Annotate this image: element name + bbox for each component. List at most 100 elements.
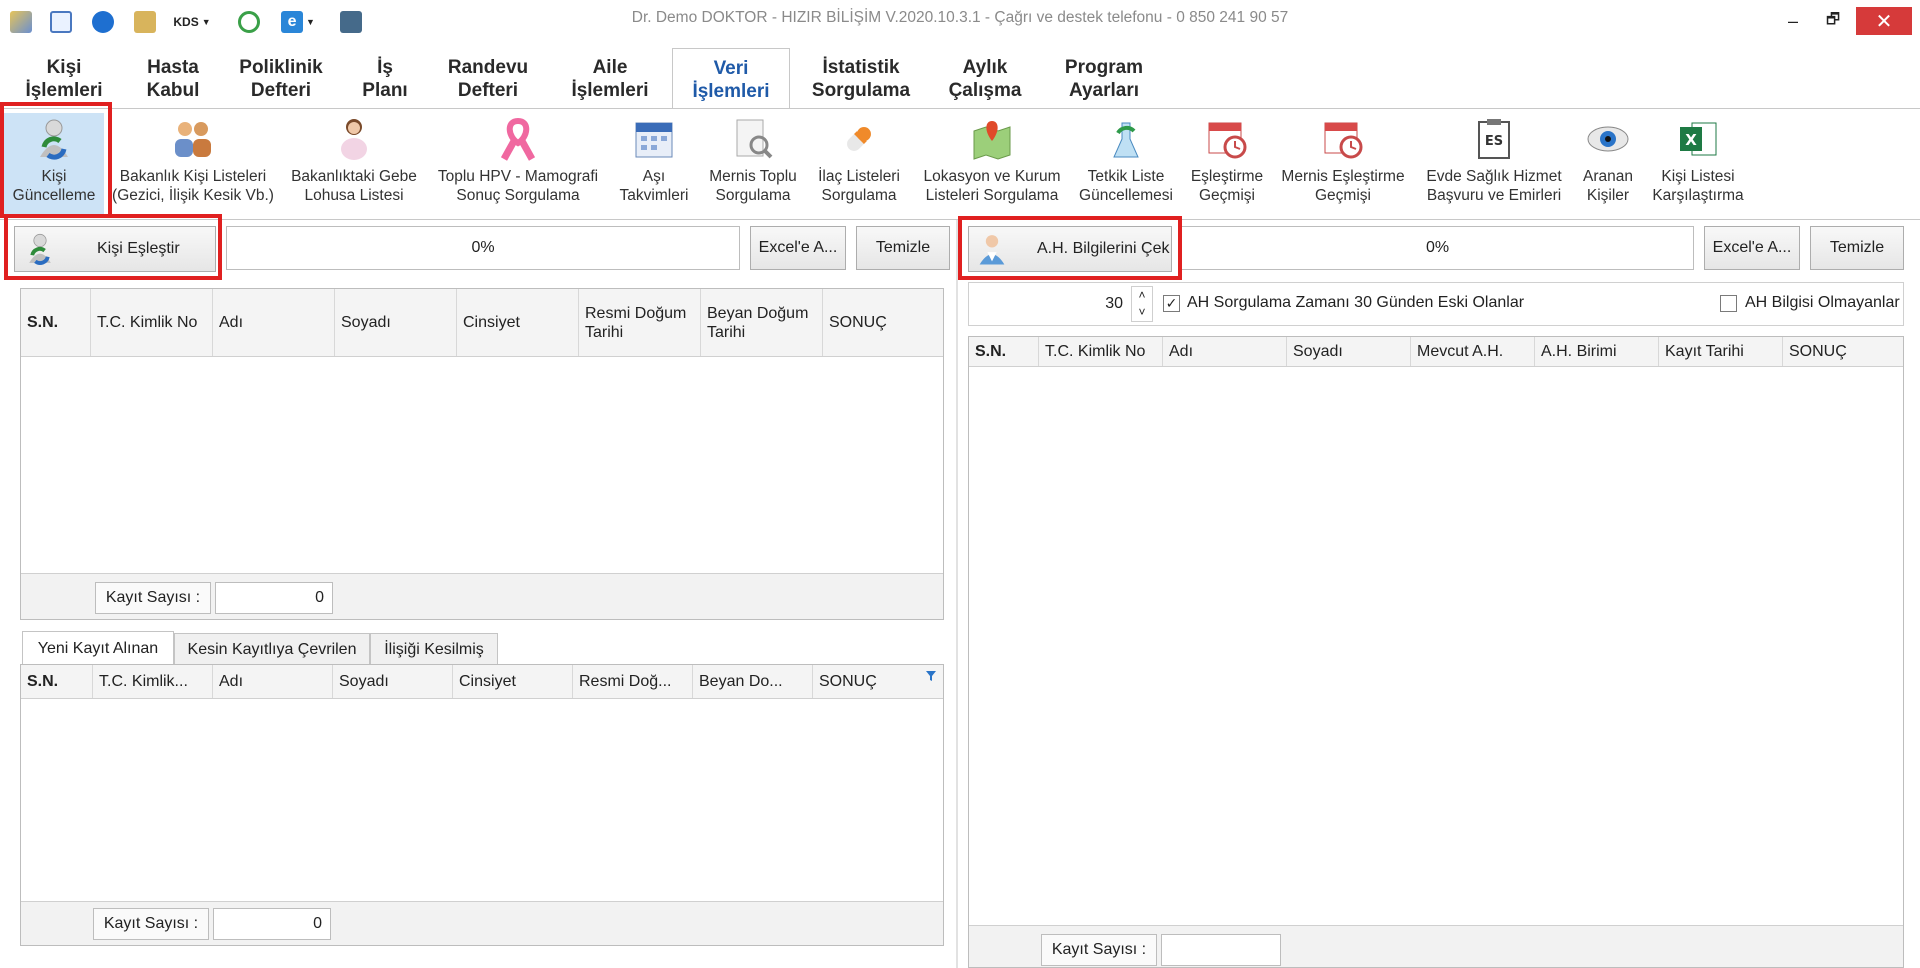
left-excel-button[interactable]: Excel'e A... (750, 226, 846, 270)
ribbon-label: Mernis Eşleştirme Geçmişi (1281, 168, 1405, 204)
col-tc[interactable]: T.C. Kimlik No (1039, 337, 1163, 366)
tab-kisi-islemleri[interactable]: Kişi İşlemleri (18, 56, 110, 106)
right-excel-button[interactable]: Excel'e A... (1704, 226, 1800, 270)
col-soyadi[interactable]: Soyadı (333, 665, 453, 698)
excel-icon: X (1676, 117, 1720, 161)
ribbon-evde-saglik[interactable]: ES Evde Sağlık Hizmet Başvuru ve Emirler… (1420, 113, 1568, 217)
tab-aile-islemleri[interactable]: Aile İşlemleri (562, 56, 658, 106)
col-sonuc[interactable]: SONUÇ (813, 665, 943, 698)
days-spinner[interactable]: ˄ ˅ (1131, 286, 1153, 322)
right-clear-button[interactable]: Temizle (1810, 226, 1904, 270)
col-ah-birimi[interactable]: A.H. Birimi (1535, 337, 1659, 366)
col-mevcut-ah[interactable]: Mevcut A.H. (1411, 337, 1535, 366)
col-sonuc[interactable]: SONUÇ (823, 289, 943, 356)
col-adi[interactable]: Adı (1163, 337, 1287, 366)
ribbon-label: Bakanlık Kişi Listeleri (Gezici, İlişik … (112, 168, 274, 204)
col-resmi-dogum[interactable]: Resmi Doğ... (573, 665, 693, 698)
ribbon-label: Kişi Listesi Karşılaştırma (1652, 168, 1744, 204)
ribbon-mernis-eslestirme-gecmisi[interactable]: Mernis Eşleştirme Geçmişi (1278, 113, 1408, 217)
col-tc[interactable]: T.C. Kimlik No (91, 289, 213, 356)
ribbon-gebe-lohusa[interactable]: Bakanlıktaki Gebe Lohusa Listesi (288, 113, 420, 217)
col-resmi-dogum[interactable]: Resmi Doğum Tarihi (579, 289, 701, 356)
check-older-label: AH Sorgulama Zamanı 30 Günden Eski Olanl… (1187, 294, 1525, 311)
col-sn[interactable]: S.N. (21, 665, 93, 698)
ribbon-kisi-listesi-karsilastirma[interactable]: X Kişi Listesi Karşılaştırma (1648, 113, 1748, 217)
ribbon-ilac-listeleri[interactable]: İlaç Listeleri Sorgulama (812, 113, 906, 217)
lab-refresh-icon (1104, 117, 1148, 161)
col-beyan-dogum[interactable]: Beyan Do... (693, 665, 813, 698)
calendar-clock-icon (1205, 117, 1249, 161)
subtab-yeni-kayit[interactable]: Yeni Kayıt Alınan (22, 631, 174, 665)
col-beyan-dogum[interactable]: Beyan Doğum Tarihi (701, 289, 823, 356)
col-soyadi[interactable]: Soyadı (1287, 337, 1411, 366)
ribbon-asi-takvimleri[interactable]: Aşı Takvimleri (614, 113, 694, 217)
subtab-kesin-kayitli[interactable]: Kesin Kayıtlıya Çevrilen (174, 633, 370, 665)
ribbon-tetkik-liste[interactable]: Tetkik Liste Güncellemesi (1076, 113, 1176, 217)
tab-poliklinik-defteri[interactable]: Poliklinik Defteri (236, 56, 326, 106)
check-no-info-label: AH Bilgisi Olmayanlar (1745, 294, 1900, 311)
ribbon-label: Bakanlıktaki Gebe Lohusa Listesi (291, 168, 417, 204)
grid-footer: Kayıt Sayısı : (969, 925, 1903, 967)
ribbon-eslestirme-gecmisi[interactable]: Eşleştirme Geçmişi (1186, 113, 1268, 217)
subtab-ilisigi-kesilmis[interactable]: İlişiği Kesilmiş (370, 633, 498, 665)
col-soyadi[interactable]: Soyadı (335, 289, 457, 356)
eye-icon (1586, 117, 1630, 161)
days-input[interactable]: 30 (971, 286, 1131, 322)
document-search-icon (731, 117, 775, 161)
left-sub-grid[interactable]: S.N. T.C. Kimlik... Adı Soyadı Cinsiyet … (20, 664, 944, 946)
left-clear-button[interactable]: Temizle (856, 226, 950, 270)
col-sn[interactable]: S.N. (21, 289, 91, 356)
tab-program-ayarlari[interactable]: Program Ayarları (1052, 56, 1156, 106)
ribbon-aranan-kisiler[interactable]: Aranan Kişiler (1576, 113, 1640, 217)
ribbon-bakanlik-kisi-listeleri[interactable]: Bakanlık Kişi Listeleri (Gezici, İlişik … (110, 113, 276, 217)
record-count-label: Kayıt Sayısı : (95, 582, 211, 614)
col-tc[interactable]: T.C. Kimlik... (93, 665, 213, 698)
grid-header: S.N. T.C. Kimlik No Adı Soyadı Mevcut A.… (969, 337, 1903, 367)
window-title: Dr. Demo DOKTOR - HIZIR BİLİŞİM V.2020.1… (631, 9, 1289, 26)
col-adi[interactable]: Adı (213, 665, 333, 698)
spin-down-icon[interactable]: ˅ (1132, 304, 1152, 321)
record-count-label: Kayıt Sayısı : (1041, 934, 1157, 966)
record-count-value: 0 (215, 582, 333, 614)
map-pin-icon (970, 117, 1014, 161)
ribbon-hpv-mamografi[interactable]: Toplu HPV - Mamografi Sonuç Sorgulama (434, 113, 602, 217)
pink-ribbon-icon (496, 117, 540, 161)
tab-aylik-calisma[interactable]: Aylık Çalışma (944, 56, 1026, 106)
col-sn[interactable]: S.N. (969, 337, 1039, 366)
tab-randevu-defteri[interactable]: Randevu Defteri (440, 56, 536, 106)
record-count-label: Kayıt Sayısı : (93, 908, 209, 940)
check-older-checkbox[interactable]: ✓ (1163, 295, 1180, 312)
clipboard-es-icon: ES (1472, 117, 1516, 161)
col-cinsiyet[interactable]: Cinsiyet (453, 665, 573, 698)
right-progress-bar: 0% (1182, 226, 1694, 270)
ribbon-mernis-toplu[interactable]: Mernis Toplu Sorgulama (702, 113, 804, 217)
right-main-grid[interactable]: S.N. T.C. Kimlik No Adı Soyadı Mevcut A.… (968, 336, 1904, 968)
tab-is-plani[interactable]: İş Planı (352, 56, 418, 106)
panel-divider[interactable] (956, 220, 958, 968)
es-badge: ES (1485, 134, 1503, 149)
grid-footer: Kayıt Sayısı : 0 (21, 901, 943, 945)
highlight-box (0, 102, 112, 218)
title-bar: KDS ▼ e ▼ Dr. Demo DOKTOR - HIZIR BİLİŞİ… (0, 0, 1920, 42)
left-main-grid[interactable]: S.N. T.C. Kimlik No Adı Soyadı Cinsiyet … (20, 288, 944, 620)
tab-istatistik-sorgulama[interactable]: İstatistik Sorgulama (800, 56, 922, 106)
grid-footer: Kayıt Sayısı : 0 (21, 573, 943, 619)
ribbon-label: İlaç Listeleri Sorgulama (818, 168, 900, 204)
highlight-box (958, 216, 1182, 280)
ribbon: Kişi Güncelleme Bakanlık Kişi Listeleri … (0, 108, 1920, 220)
col-cinsiyet[interactable]: Cinsiyet (457, 289, 579, 356)
check-no-info-checkbox[interactable] (1720, 295, 1737, 312)
col-kayit-tarihi[interactable]: Kayıt Tarihi (1659, 337, 1783, 366)
tab-hasta-kabul[interactable]: Hasta Kabul (132, 56, 214, 106)
col-adi[interactable]: Adı (213, 289, 335, 356)
filter-icon[interactable] (925, 669, 937, 681)
minimize-button[interactable]: – (1778, 7, 1808, 35)
grid-header: S.N. T.C. Kimlik... Adı Soyadı Cinsiyet … (21, 665, 943, 699)
col-sonuc[interactable]: SONUÇ (1783, 337, 1903, 366)
tab-veri-islemleri[interactable]: Veri İşlemleri (672, 48, 790, 110)
people-icon (171, 117, 215, 161)
spin-up-icon[interactable]: ˄ (1132, 287, 1152, 304)
close-button[interactable]: ✕ (1856, 7, 1912, 35)
ribbon-lokasyon-kurum[interactable]: Lokasyon ve Kurum Listeleri Sorgulama (918, 113, 1066, 217)
restore-button[interactable]: 🗗 (1818, 7, 1848, 35)
